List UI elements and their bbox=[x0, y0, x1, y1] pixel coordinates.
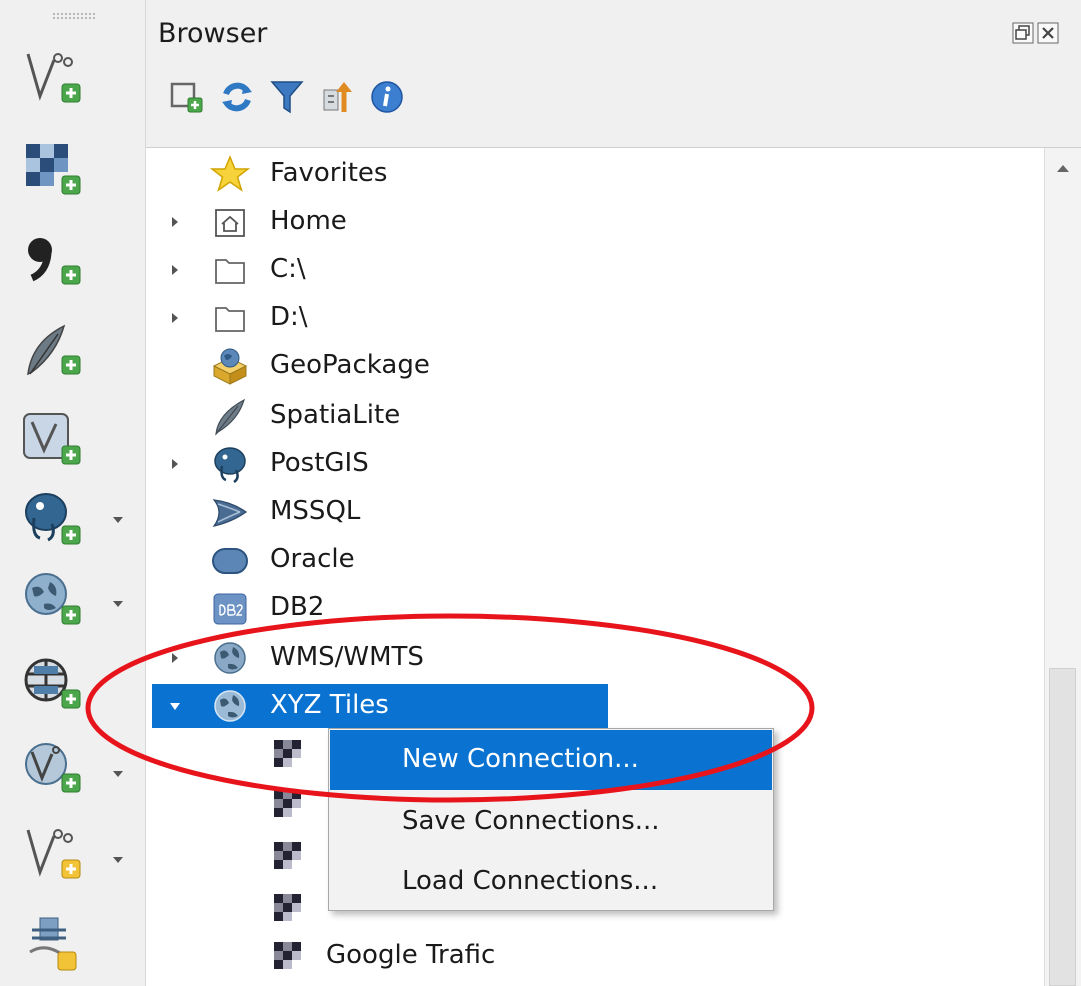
add-delimited-text-layer-icon[interactable] bbox=[18, 228, 88, 294]
globe-icon bbox=[210, 638, 250, 678]
db2-icon bbox=[210, 588, 250, 628]
tree-item-mssql[interactable]: MSSQL bbox=[146, 488, 1044, 536]
tree-item-xyz-tiles[interactable]: XYZ Tiles bbox=[146, 682, 1044, 730]
tree-item-label: SpatiaLite bbox=[270, 400, 401, 430]
tile-icon bbox=[272, 940, 304, 972]
elephant-icon bbox=[210, 444, 250, 484]
feather-icon bbox=[210, 396, 250, 436]
add-wcs-layer-icon[interactable] bbox=[18, 652, 88, 718]
add-wfs-layer-icon[interactable] bbox=[18, 736, 88, 802]
wfs-dropdown-arrow-icon[interactable] bbox=[110, 768, 126, 780]
mssql-icon bbox=[210, 492, 250, 532]
float-panel-icon[interactable] bbox=[1012, 22, 1034, 44]
toolbar-grip[interactable] bbox=[52, 12, 96, 20]
scrollbar-thumb[interactable] bbox=[1049, 668, 1076, 986]
expand-arrow-icon[interactable] bbox=[168, 650, 182, 666]
add-postgis-layer-icon[interactable] bbox=[18, 488, 88, 554]
new-geopackage-layer-icon[interactable] bbox=[18, 822, 88, 888]
tree-item-label: WMS/WMTS bbox=[270, 642, 424, 672]
info-icon[interactable] bbox=[368, 78, 406, 116]
menu-item-save-connections[interactable]: Save Connections... bbox=[330, 792, 772, 852]
collapse-all-icon[interactable] bbox=[318, 78, 356, 116]
folder-icon bbox=[210, 298, 250, 338]
home-folder-icon bbox=[210, 202, 250, 242]
star-icon bbox=[210, 154, 250, 194]
add-wms-layer-icon[interactable] bbox=[18, 568, 88, 634]
geopackage-icon bbox=[210, 346, 250, 386]
panel-title: Browser bbox=[158, 18, 268, 49]
expand-arrow-icon[interactable] bbox=[168, 262, 182, 278]
tree-item-label: MSSQL bbox=[270, 496, 361, 526]
wms-dropdown-arrow-icon[interactable] bbox=[110, 598, 126, 610]
browser-panel-header: Browser bbox=[146, 0, 1081, 148]
tree-item-spatialite[interactable]: SpatiaLite bbox=[146, 392, 1044, 440]
filter-icon[interactable] bbox=[268, 78, 306, 116]
postgis-dropdown-arrow-icon[interactable] bbox=[110, 514, 126, 526]
tree-item-label: Home bbox=[270, 206, 347, 236]
folder-icon bbox=[210, 250, 250, 290]
tree-item-label: Oracle bbox=[270, 544, 355, 574]
layer-toolbar bbox=[0, 0, 146, 986]
expand-arrow-icon[interactable] bbox=[168, 456, 182, 472]
tree-item-oracle[interactable]: Oracle bbox=[146, 536, 1044, 584]
tree-item-label: GeoPackage bbox=[270, 350, 430, 380]
tile-icon bbox=[272, 788, 304, 820]
tree-scrollbar[interactable] bbox=[1044, 148, 1081, 986]
tile-icon bbox=[272, 892, 304, 924]
menu-item-new-connection[interactable]: New Connection... bbox=[330, 730, 772, 790]
tree-item-home[interactable]: Home bbox=[146, 198, 1044, 246]
context-menu: New Connection... Save Connections... Lo… bbox=[328, 728, 774, 911]
add-virtual-layer-icon[interactable] bbox=[18, 408, 88, 474]
add-raster-layer-icon[interactable] bbox=[18, 138, 88, 204]
refresh-icon[interactable] bbox=[218, 78, 256, 116]
tile-icon bbox=[272, 840, 304, 872]
add-selected-layers-icon[interactable] bbox=[168, 78, 206, 116]
tree-item-d-drive[interactable]: D:\ bbox=[146, 294, 1044, 342]
globe-icon bbox=[210, 686, 250, 726]
new-vector-layer-icon[interactable] bbox=[18, 46, 88, 112]
tree-item-postgis[interactable]: PostGIS bbox=[146, 440, 1044, 488]
tree-item-label: C:\ bbox=[270, 254, 306, 284]
tile-icon bbox=[272, 738, 304, 770]
tree-item-label: D:\ bbox=[270, 302, 308, 332]
scroll-up-arrow-icon[interactable] bbox=[1055, 162, 1071, 174]
tree-item-label: PostGIS bbox=[270, 448, 369, 478]
tree-item-db2[interactable]: DB2 bbox=[146, 584, 1044, 632]
tree-item-favorites[interactable]: Favorites bbox=[146, 150, 1044, 198]
tree-item-label: XYZ Tiles bbox=[270, 690, 389, 720]
menu-item-load-connections[interactable]: Load Connections... bbox=[330, 852, 772, 912]
tree-item-label: Favorites bbox=[270, 158, 388, 188]
tree-item-label: Google Trafic bbox=[326, 940, 496, 970]
xyz-tile-item-google-trafic[interactable]: Google Trafic bbox=[146, 932, 1044, 980]
expand-arrow-icon[interactable] bbox=[168, 214, 182, 230]
close-panel-icon[interactable] bbox=[1037, 22, 1059, 44]
oracle-icon bbox=[210, 540, 250, 580]
add-spatialite-layer-icon[interactable] bbox=[18, 318, 88, 384]
tree-item-label: DB2 bbox=[270, 592, 325, 622]
geopackage-dropdown-arrow-icon[interactable] bbox=[110, 854, 126, 866]
expand-arrow-icon[interactable] bbox=[168, 310, 182, 326]
tree-item-c-drive[interactable]: C:\ bbox=[146, 246, 1044, 294]
add-mesh-layer-icon[interactable] bbox=[18, 912, 88, 978]
tree-item-geopackage[interactable]: GeoPackage bbox=[146, 342, 1044, 390]
tree-item-wms-wmts[interactable]: WMS/WMTS bbox=[146, 634, 1044, 682]
collapse-arrow-icon[interactable] bbox=[168, 698, 182, 714]
